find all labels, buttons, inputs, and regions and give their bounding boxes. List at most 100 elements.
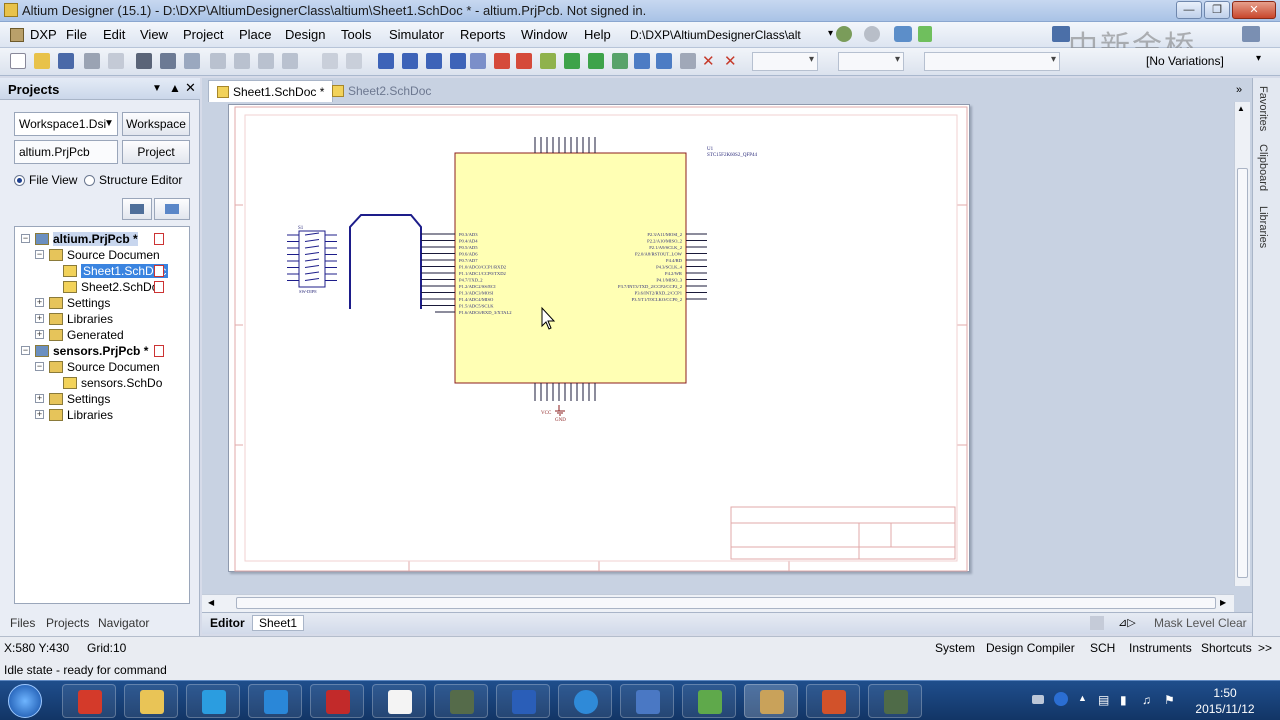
component-icon[interactable] — [184, 53, 200, 69]
net-label-icon[interactable] — [450, 53, 466, 69]
variations-combo[interactable]: [No Variations] — [1146, 54, 1224, 68]
tree-item[interactable]: + Libraries — [15, 407, 189, 423]
print-icon[interactable] — [84, 53, 100, 69]
expand-icon[interactable]: + — [35, 410, 44, 419]
maximize-button[interactable]: ❐ — [1204, 1, 1230, 19]
schematic-sheet[interactable]: P0.3/AD3 P0.4/AD4 P0.5/AD5 P0.6/AD6 P0.7/AD7… — [228, 104, 970, 572]
pin-icon[interactable]: ▲ — [169, 81, 181, 95]
menu-view[interactable]: View — [140, 27, 168, 42]
horizontal-scroll-thumb[interactable] — [236, 597, 1216, 609]
tree-item[interactable]: − Source Documen — [15, 359, 189, 375]
flag-icon[interactable]: ⚑ — [1164, 693, 1175, 707]
collapse-icon[interactable]: − — [35, 362, 44, 371]
menu-project[interactable]: Project — [183, 27, 223, 42]
grid-icon[interactable] — [1242, 26, 1260, 42]
add-project-button[interactable] — [154, 198, 190, 220]
vertical-scrollbar[interactable]: ▲ — [1234, 102, 1250, 586]
tree-item[interactable]: − altium.PrjPcb * — [15, 231, 189, 247]
file-view-radio[interactable] — [14, 175, 25, 186]
show-hidden-icon[interactable]: ▲ — [1078, 693, 1087, 703]
filter-combo-1[interactable] — [752, 52, 818, 71]
filter-combo-3[interactable] — [924, 52, 1060, 71]
part-icon[interactable] — [540, 53, 556, 69]
help-icon[interactable] — [1054, 692, 1068, 706]
tab-navigator[interactable]: Navigator — [98, 616, 149, 630]
taskbar-altium[interactable] — [744, 684, 798, 718]
cut-icon[interactable] — [322, 53, 338, 69]
tree-item[interactable]: − sensors.PrjPcb * — [15, 343, 189, 359]
horizontal-scrollbar[interactable]: ◀ ▶ — [202, 594, 1234, 612]
expand-icon[interactable]: + — [35, 314, 44, 323]
taskbar-app-chip[interactable] — [434, 684, 488, 718]
sheet-symbol-icon[interactable] — [564, 53, 580, 69]
instruments-button[interactable]: Instruments — [1129, 641, 1192, 655]
tabs-menu-icon[interactable]: » — [1236, 84, 1242, 96]
menu-dxp[interactable]: DXP — [30, 27, 57, 42]
clipboard-tab[interactable]: Clipboard — [1257, 144, 1269, 191]
filter-combo-2[interactable] — [838, 52, 904, 71]
taskbar-word[interactable] — [496, 684, 550, 718]
gnd-port-icon[interactable] — [494, 53, 510, 69]
structure-editor-radio[interactable] — [84, 175, 95, 186]
mask-brush-icon[interactable] — [1090, 616, 1104, 630]
vertical-scroll-thumb[interactable] — [1237, 168, 1248, 578]
forward-icon[interactable] — [864, 26, 880, 42]
taskbar-app-blue[interactable] — [248, 684, 302, 718]
tab-projects[interactable]: Projects — [46, 616, 89, 630]
keyboard-icon[interactable] — [1032, 695, 1044, 704]
minimize-button[interactable]: — — [1176, 1, 1202, 19]
tree-item[interactable]: Sheet2.SchDoc — [15, 279, 189, 295]
net-icon[interactable] — [470, 53, 486, 69]
vcc-port-icon[interactable] — [516, 53, 532, 69]
scroll-up-icon[interactable]: ▲ — [1237, 104, 1245, 113]
menu-simulator[interactable]: Simulator — [389, 27, 444, 42]
sch-button[interactable]: SCH — [1090, 641, 1115, 655]
taskbar-app-net[interactable] — [620, 684, 674, 718]
more-button[interactable]: >> — [1258, 641, 1272, 655]
project-field[interactable]: altium.PrjPcb — [14, 140, 118, 164]
layers-icon[interactable] — [136, 53, 152, 69]
close-button[interactable]: ✕ — [1232, 1, 1276, 19]
sheet-entry-icon[interactable] — [588, 53, 604, 69]
tree-item[interactable]: + Settings — [15, 391, 189, 407]
taskbar-app-board[interactable] — [868, 684, 922, 718]
new-icon[interactable] — [10, 53, 26, 69]
tree-item[interactable]: − Source Documen — [15, 247, 189, 263]
scroll-left-icon[interactable]: ◀ — [208, 598, 214, 607]
print-preview-icon[interactable] — [108, 53, 124, 69]
taskbar-app-s[interactable] — [558, 684, 612, 718]
compile-button[interactable] — [122, 198, 152, 220]
taskbar-app-red[interactable] — [310, 684, 364, 718]
expand-icon[interactable]: + — [35, 394, 44, 403]
tree-item[interactable]: Sheet1.SchDoc — [15, 263, 189, 279]
path-combo[interactable]: D:\DXP\AltiumDesignerClass\alt — [630, 26, 826, 44]
taskbar-qq[interactable] — [186, 684, 240, 718]
sheet-tab[interactable]: Sheet1 — [252, 615, 305, 631]
tree-item[interactable]: sensors.SchDo — [15, 375, 189, 391]
workspace-button[interactable]: Workspace — [122, 112, 190, 136]
panel-menu-icon[interactable]: ▼ — [152, 83, 162, 94]
chevron-down-icon[interactable]: ▼ — [104, 118, 114, 129]
start-button[interactable] — [8, 684, 42, 718]
favorites-tab[interactable]: Favorites — [1257, 86, 1269, 131]
editor-tab[interactable]: Editor — [210, 616, 245, 630]
harness-icon[interactable] — [634, 53, 650, 69]
no-erc-icon[interactable]: ✕ — [702, 52, 715, 70]
expand-icon[interactable]: + — [35, 298, 44, 307]
mask-level-button[interactable]: Mask Level — [1154, 616, 1215, 630]
shortcuts-button[interactable]: Shortcuts — [1201, 641, 1252, 655]
zoom-icon[interactable] — [258, 53, 274, 69]
board-icon[interactable] — [160, 53, 176, 69]
bus-icon[interactable] — [402, 53, 418, 69]
menu-window[interactable]: Window — [521, 27, 567, 42]
menu-tools[interactable]: Tools — [341, 27, 371, 42]
taskbar-explorer[interactable] — [124, 684, 178, 718]
workspace-select[interactable]: Workspace1.Dsi — [14, 112, 118, 136]
collapse-icon[interactable]: − — [35, 250, 44, 259]
clear-button[interactable]: Clear — [1218, 616, 1247, 630]
menu-place[interactable]: Place — [239, 27, 272, 42]
menu-edit[interactable]: Edit — [103, 27, 125, 42]
zoom-area-icon[interactable] — [234, 53, 250, 69]
directive-icon[interactable] — [680, 53, 696, 69]
wire-tool-icon[interactable] — [378, 53, 394, 69]
